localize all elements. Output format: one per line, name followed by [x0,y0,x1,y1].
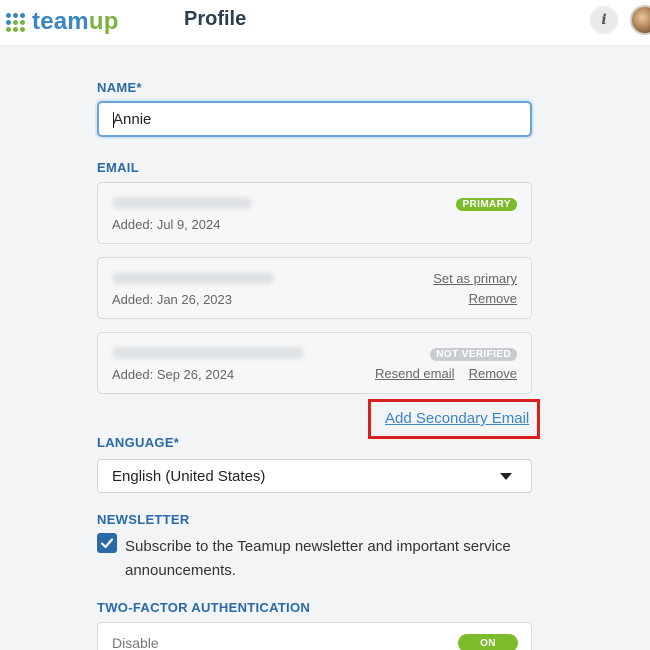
set-as-primary-link[interactable]: Set as primary [433,271,517,286]
top-bar: teamup Profile i [0,0,650,46]
logo-text: teamup [32,8,119,35]
language-label: LANGUAGE* [97,435,180,450]
add-secondary-email-link[interactable]: Add Secondary Email [385,410,529,427]
remove-email-link[interactable]: Remove [469,291,517,306]
two-factor-toggle[interactable]: ON [458,634,518,650]
not-verified-badge: NOT VERIFIED [430,348,517,361]
newsletter-description: Subscribe to the Teamup newsletter and i… [125,538,511,579]
email-card-secondary: Added: Jan 26, 2023 Set as primary Remov… [97,257,532,319]
remove-email-link[interactable]: Remove [469,366,517,381]
email-address-blurred [112,197,252,209]
name-input[interactable]: Annie [97,101,532,137]
page-title: Profile [184,8,247,30]
primary-badge: PRIMARY [456,198,517,211]
email-label: EMAIL [97,160,139,175]
text-caret [113,112,114,128]
info-icon[interactable]: i [590,6,618,34]
two-factor-state-label: Disable [112,635,159,650]
newsletter-checkbox[interactable] [97,533,117,553]
two-factor-card: Disable ON [97,622,532,650]
resend-email-link[interactable]: Resend email [375,366,455,381]
avatar[interactable] [630,5,650,35]
newsletter-label: NEWSLETTER [97,512,190,527]
email-card-unverified: Added: Sep 26, 2024 NOT VERIFIED Resend … [97,332,532,394]
teamup-logo[interactable]: teamup [6,8,119,36]
email-card-primary: Added: Jul 9, 2024 PRIMARY [97,182,532,244]
email-added-date: Added: Jan 26, 2023 [112,292,232,307]
two-factor-label: TWO-FACTOR AUTHENTICATION [97,600,311,615]
email-added-date: Added: Jul 9, 2024 [112,217,221,232]
checkmark-icon [100,538,114,549]
name-label: NAME* [97,80,142,95]
email-address-blurred [112,272,274,284]
language-select[interactable]: English (United States) [97,459,532,493]
email-address-blurred [112,347,304,359]
language-selected-value: English (United States) [112,467,266,485]
email-added-date: Added: Sep 26, 2024 [112,367,235,382]
logo-dots-icon [6,12,25,32]
chevron-down-icon [500,473,512,480]
